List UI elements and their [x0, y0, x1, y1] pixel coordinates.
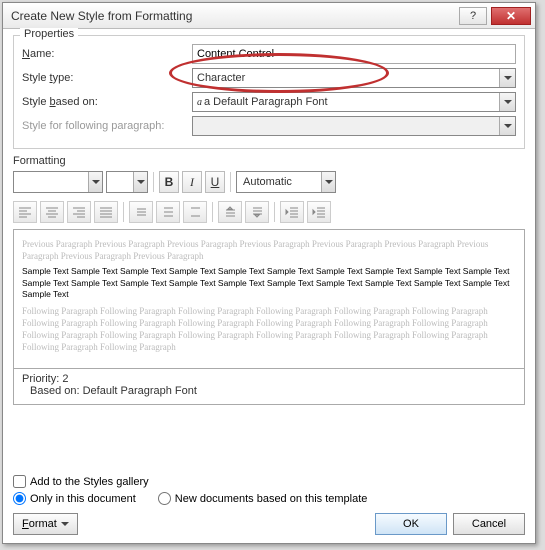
preview-following-text: Following Paragraph Following Paragraph …	[22, 305, 516, 354]
space-before-up-button[interactable]	[218, 201, 242, 223]
style-based-on-label: Style based on:	[22, 96, 192, 108]
dialog-content: Properties Name: Style type: Character S…	[3, 29, 535, 409]
preview-pane: Previous Paragraph Previous Paragraph Pr…	[13, 229, 525, 369]
align-center-button[interactable]	[40, 201, 64, 223]
decrease-indent-button[interactable]	[280, 201, 304, 223]
chevron-down-icon	[321, 172, 335, 192]
formatting-toolbar: B I U Automatic	[13, 171, 525, 193]
preview-sample-text: Sample Text Sample Text Sample Text Samp…	[22, 266, 516, 300]
paragraph-toolbar	[13, 201, 525, 223]
font-family-combo[interactable]	[13, 171, 103, 193]
style-type-combo[interactable]: Character	[192, 68, 516, 88]
increase-indent-button[interactable]	[307, 201, 331, 223]
chevron-down-icon	[133, 172, 147, 192]
chevron-down-icon	[88, 172, 102, 192]
dialog-title: Create New Style from Formatting	[11, 9, 192, 23]
priority-line: Priority: 2	[22, 373, 516, 385]
font-icon: a	[197, 97, 202, 108]
line-spacing-2-button[interactable]	[183, 201, 207, 223]
add-to-gallery-label: Add to the Styles gallery	[30, 476, 149, 488]
name-label: Name:	[22, 48, 192, 60]
only-this-document-label: Only in this document	[30, 493, 136, 505]
italic-button[interactable]: I	[182, 171, 202, 193]
align-justify-button[interactable]	[94, 201, 118, 223]
space-before-down-button[interactable]	[245, 201, 269, 223]
properties-legend: Properties	[20, 28, 78, 40]
ok-button[interactable]: OK	[375, 513, 447, 535]
formatting-legend: Formatting	[13, 155, 525, 167]
cancel-button[interactable]: Cancel	[453, 513, 525, 535]
chevron-down-icon	[61, 522, 69, 530]
font-color-value: Automatic	[243, 176, 292, 188]
line-spacing-1-button[interactable]	[129, 201, 153, 223]
properties-group: Properties Name: Style type: Character S…	[13, 35, 525, 149]
add-to-gallery-checkbox[interactable]	[13, 475, 26, 488]
font-size-combo[interactable]	[106, 171, 148, 193]
bold-button[interactable]: B	[159, 171, 179, 193]
underline-button[interactable]: U	[205, 171, 225, 193]
style-type-value: Character	[197, 72, 245, 84]
align-right-button[interactable]	[67, 201, 91, 223]
style-based-on-value: a Default Paragraph Font	[204, 96, 328, 108]
create-style-dialog: Create New Style from Formatting ? ✕ Pro…	[2, 2, 536, 544]
style-based-on-combo[interactable]: a a Default Paragraph Font	[192, 92, 516, 112]
style-info-pane: Priority: 2 Based on: Default Paragraph …	[13, 369, 525, 405]
name-input[interactable]	[192, 44, 516, 64]
font-color-combo[interactable]: Automatic	[236, 171, 336, 193]
line-spacing-15-button[interactable]	[156, 201, 180, 223]
style-type-label: Style type:	[22, 72, 192, 84]
chevron-down-icon	[499, 69, 515, 87]
align-left-button[interactable]	[13, 201, 37, 223]
following-paragraph-label: Style for following paragraph:	[22, 120, 192, 132]
chevron-down-icon	[499, 117, 515, 135]
based-on-line: Based on: Default Paragraph Font	[22, 385, 516, 397]
preview-previous-text: Previous Paragraph Previous Paragraph Pr…	[22, 238, 516, 262]
following-paragraph-combo	[192, 116, 516, 136]
new-documents-label: New documents based on this template	[175, 493, 368, 505]
dialog-footer: Add to the Styles gallery Only in this d…	[13, 475, 525, 535]
format-button[interactable]: Format	[13, 513, 78, 535]
titlebar: Create New Style from Formatting ? ✕	[3, 3, 535, 29]
new-documents-radio[interactable]	[158, 492, 171, 505]
chevron-down-icon	[499, 93, 515, 111]
close-button[interactable]: ✕	[491, 7, 531, 25]
help-button[interactable]: ?	[459, 7, 487, 25]
only-this-document-radio[interactable]	[13, 492, 26, 505]
